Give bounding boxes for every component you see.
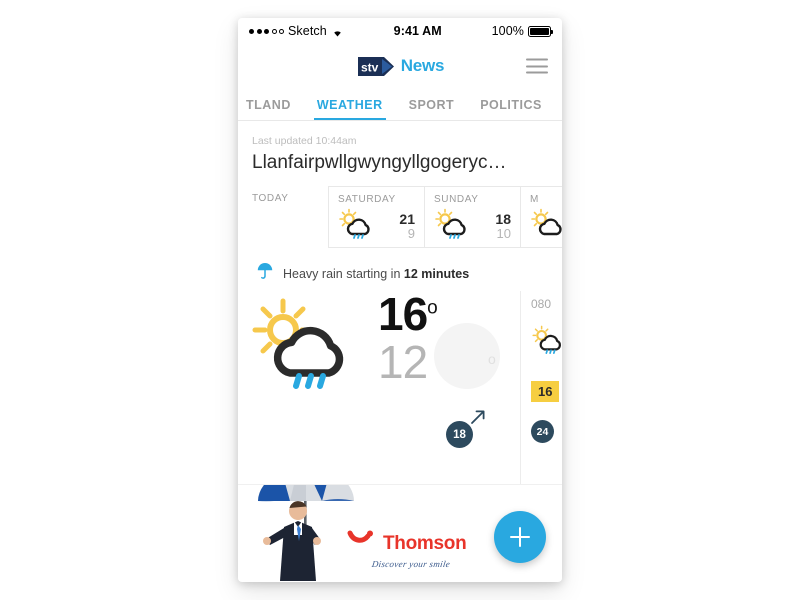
stv-news-logo[interactable]: stv News: [356, 56, 445, 77]
status-bar-time: 9:41 AM: [393, 24, 442, 38]
day-name: SATURDAY: [338, 194, 396, 205]
weather-content: Last updated 10:44am Llanfairpwllgwyngyl…: [238, 121, 562, 581]
rain-alert-text: Heavy rain starting in 12 minutes: [283, 267, 469, 281]
day-high-temp: 21: [399, 211, 415, 228]
wind-direction-arrow-icon: [470, 409, 486, 425]
day-card-saturday[interactable]: SATURDAY 21 9: [328, 186, 424, 248]
tab-sport[interactable]: SPORT: [396, 98, 468, 120]
status-bar-left: Sketch: [249, 24, 344, 38]
day-low-temp: 10: [496, 226, 511, 242]
tab-scotland[interactable]: TLAND: [238, 98, 304, 120]
carrier-label: Sketch: [288, 24, 327, 38]
add-location-fab-button[interactable]: [494, 511, 546, 563]
stv-logo-mark: stv: [356, 56, 396, 77]
day-forecast-strip[interactable]: TODAY SATURDAY 21 9 SUNDAY 18 10 M: [238, 186, 562, 248]
current-high-value: 16: [378, 288, 428, 340]
sun-cloud-rain-icon: [531, 325, 562, 357]
signal-strength-icon: [249, 28, 284, 34]
current-main: o 16o 12 18: [250, 291, 502, 448]
day-name: SUNDAY: [434, 194, 479, 205]
current-conditions-panel: o 16o 12 18 080 16 24: [238, 291, 562, 491]
svg-text:stv: stv: [361, 60, 379, 74]
day-low-temp: 9: [407, 226, 415, 242]
man-with-blue-umbrella-photo: [254, 485, 358, 581]
day-temperatures: 21 9: [399, 212, 415, 240]
rain-alert-prefix: Heavy rain starting in: [283, 266, 404, 281]
location-title[interactable]: Llanfairpwllgwyngyllgogeryc…: [238, 147, 562, 174]
screenshot-canvas: Sketch 9:41 AM 100% stv News TLAND WEATH…: [0, 0, 800, 600]
wifi-icon: [331, 26, 344, 37]
tab-politics[interactable]: POLITICS: [467, 98, 555, 120]
section-tabs[interactable]: TLAND WEATHER SPORT POLITICS U: [238, 88, 562, 121]
logo-news-word: News: [400, 56, 445, 75]
battery-full-icon: [528, 25, 553, 37]
sun-cloud-rain-icon: [338, 208, 380, 245]
tab-weather[interactable]: WEATHER: [304, 98, 396, 120]
hour-temperature-badge: 16: [531, 381, 560, 402]
day-high-temp: 18: [495, 211, 511, 228]
day-name: TODAY: [252, 193, 289, 204]
hamburger-menu-icon[interactable]: [526, 58, 548, 74]
wind-speed-chip: 18: [446, 421, 473, 448]
high-degree-symbol: o: [427, 297, 438, 319]
day-card-monday[interactable]: M: [520, 186, 562, 248]
sun-cloud-rain-icon: [250, 297, 372, 393]
current-high-temp: 16o: [378, 291, 438, 337]
battery-percent-label: 100%: [491, 24, 524, 38]
rain-alert-highlight: 12 minutes: [403, 266, 470, 281]
current-temperatures: o 16o 12: [378, 291, 500, 389]
status-bar-right: 100%: [491, 24, 553, 38]
phone-mockup: Sketch 9:41 AM 100% stv News TLAND WEATH…: [238, 18, 562, 582]
thomson-logo: Thomson Discover your smile: [346, 529, 476, 569]
day-card-sunday[interactable]: SUNDAY 18 10: [424, 186, 520, 248]
plus-icon-vertical: [518, 527, 522, 547]
app-header: stv News: [238, 44, 562, 88]
umbrella-icon: [256, 262, 274, 285]
thomson-smile-logo: [346, 529, 376, 558]
low-degree-symbol: o: [488, 351, 496, 367]
last-updated-label: Last updated 10:44am: [252, 135, 357, 147]
sun-cloud-rain-icon: [530, 208, 562, 245]
hour-time-label: 080: [531, 297, 552, 311]
day-name: M: [530, 194, 539, 205]
day-temperatures: 18 10: [495, 212, 511, 240]
tab-uk[interactable]: U: [555, 98, 562, 120]
hourly-forecast-column[interactable]: 080 16 24: [520, 291, 562, 491]
thomson-brand-name: Thomson: [383, 532, 467, 554]
current-low-temp: 12: [378, 335, 428, 388]
hour-wind-chip: 24: [531, 420, 554, 443]
rain-alert-row: Heavy rain starting in 12 minutes: [238, 248, 562, 285]
thomson-tagline: Discover your smile: [371, 559, 451, 569]
day-card-today[interactable]: TODAY: [252, 186, 328, 248]
status-bar: Sketch 9:41 AM 100%: [238, 18, 562, 44]
sun-cloud-rain-icon: [434, 208, 476, 245]
thomson-logo-row: Thomson: [346, 529, 476, 558]
